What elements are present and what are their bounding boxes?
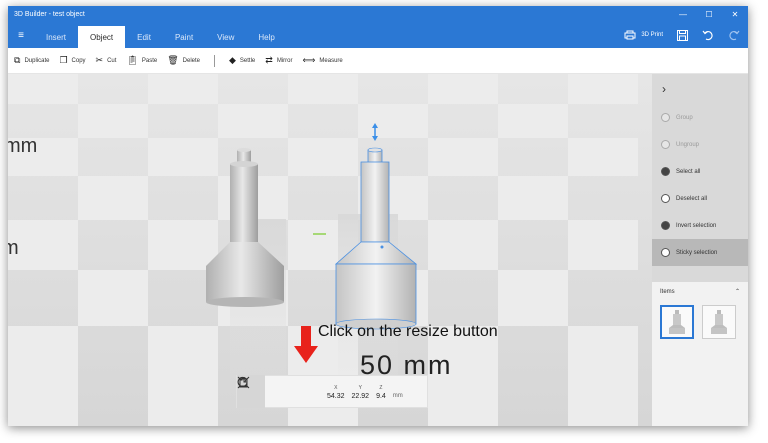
invert-selection-label: Invert selection xyxy=(676,222,717,229)
app-window: 3D Builder - test object — ☐ ✕ ≡ Insert … xyxy=(8,6,748,426)
select-all-action[interactable]: Select all xyxy=(652,158,748,185)
x-value[interactable]: 54.32 xyxy=(327,393,345,400)
delete-icon: 🗑︎ xyxy=(167,55,179,65)
scene-canvas: mm m 50 mm xyxy=(8,74,652,426)
mirror-icon: ⇄ xyxy=(265,55,273,65)
coordinate-readout: X 54.32 Y 22.92 Z 9.4 mm xyxy=(321,375,403,408)
sticky-selection-icon xyxy=(661,248,670,257)
3d-viewport[interactable]: mm m 50 mm Click on the resize button X … xyxy=(8,74,652,426)
right-panel: › Group Ungroup Select all Deselect all … xyxy=(652,74,748,426)
3d-print-label: 3D Print xyxy=(641,32,663,38)
items-header: Items ⌃ xyxy=(652,282,748,301)
select-all-label: Select all xyxy=(676,168,701,175)
invert-selection-action[interactable]: Invert selection xyxy=(652,212,748,239)
duplicate-label: Duplicate xyxy=(24,57,50,64)
mirror-label: Mirror xyxy=(276,57,293,64)
close-button[interactable]: ✕ xyxy=(722,6,748,22)
deselect-all-action[interactable]: Deselect all xyxy=(652,185,748,212)
transform-bar: X 54.32 Y 22.92 Z 9.4 mm xyxy=(236,375,428,408)
resize-icon xyxy=(237,376,250,389)
x-coordinate: X 54.32 xyxy=(327,385,345,400)
deselect-all-icon xyxy=(661,194,670,203)
cut-button[interactable]: ✂ Cut xyxy=(96,55,117,66)
group-action[interactable]: Group xyxy=(652,104,748,131)
invert-selection-icon xyxy=(661,221,670,230)
copy-button[interactable]: ❐ Copy xyxy=(59,55,85,66)
window-title: 3D Builder - test object xyxy=(14,10,85,18)
ungroup-label: Ungroup xyxy=(676,141,700,148)
measure-label: Measure xyxy=(319,57,343,64)
title-bar: 3D Builder - test object — ☐ ✕ xyxy=(8,6,748,22)
window-controls: — ☐ ✕ xyxy=(670,6,748,22)
cut-icon: ✂ xyxy=(95,55,104,65)
rotate-mode-button[interactable] xyxy=(237,375,293,408)
tab-edit[interactable]: Edit xyxy=(125,26,163,48)
tab-insert[interactable]: Insert xyxy=(34,26,78,48)
minimize-button[interactable]: — xyxy=(670,6,696,22)
menu-bar: ≡ Insert Object Edit Paint View Help 3D … xyxy=(8,22,748,48)
sticky-selection-label: Sticky selection xyxy=(676,249,718,256)
maximize-button[interactable]: ☐ xyxy=(696,6,722,22)
menu-right-actions: 3D Print xyxy=(624,22,740,48)
mirror-button[interactable]: ⇄ Mirror xyxy=(265,55,292,66)
settle-label: Settle xyxy=(239,57,256,64)
redo-icon[interactable] xyxy=(728,29,740,41)
tab-view[interactable]: View xyxy=(205,26,246,48)
settle-button[interactable]: ◆ Settle xyxy=(229,55,255,66)
tab-object[interactable]: Object xyxy=(78,26,126,48)
items-section: Items ⌃ xyxy=(652,282,748,426)
3d-print-button[interactable]: 3D Print xyxy=(624,30,663,40)
unit-label[interactable]: mm xyxy=(393,393,403,400)
copy-icon: ❐ xyxy=(59,55,68,65)
instruction-callout: Click on the resize button xyxy=(318,323,498,340)
paste-icon: 📋︎ xyxy=(126,55,138,65)
panel-collapse-chevron-icon[interactable]: › xyxy=(652,74,748,104)
resize-mode-button[interactable] xyxy=(237,375,321,408)
printer-icon xyxy=(624,30,636,40)
cut-label: Cut xyxy=(107,57,117,64)
x-label: X xyxy=(334,385,338,391)
y-value[interactable]: 22.92 xyxy=(352,393,370,400)
copy-label: Copy xyxy=(71,57,86,64)
hamburger-menu-icon[interactable]: ≡ xyxy=(8,22,34,48)
select-all-icon xyxy=(661,167,670,176)
y-coordinate: Y 22.92 xyxy=(352,385,370,400)
tab-paint[interactable]: Paint xyxy=(163,26,205,48)
settle-icon: ◆ xyxy=(229,55,236,65)
deselect-all-label: Deselect all xyxy=(676,195,708,202)
tab-help[interactable]: Help xyxy=(246,26,286,48)
z-value[interactable]: 9.4 xyxy=(376,393,386,400)
y-label: Y xyxy=(358,385,362,391)
items-collapse-chevron-icon[interactable]: ⌃ xyxy=(735,288,740,295)
save-icon[interactable] xyxy=(677,29,688,41)
ungroup-action[interactable]: Ungroup xyxy=(652,131,748,158)
ruler-label-top: mm xyxy=(8,135,37,157)
ruler-label-mid: m xyxy=(8,237,19,259)
toolbar-divider xyxy=(214,54,215,67)
sticky-selection-action[interactable]: Sticky selection xyxy=(652,239,748,266)
group-icon xyxy=(661,113,670,122)
item-thumbnail-2[interactable] xyxy=(702,305,736,339)
measure-button[interactable]: ⟺ Measure xyxy=(302,55,342,66)
paste-label: Paste xyxy=(141,57,158,64)
ungroup-icon xyxy=(661,140,670,149)
duplicate-button[interactable]: ⧉ Duplicate xyxy=(14,55,49,66)
items-thumbnails xyxy=(652,301,748,343)
undo-icon[interactable] xyxy=(702,29,714,41)
item-thumbnail-1[interactable] xyxy=(660,305,694,339)
delete-label: Delete xyxy=(182,57,200,64)
measure-icon: ⟺ xyxy=(302,55,316,65)
group-label: Group xyxy=(676,114,693,121)
object-thumbnail-icon xyxy=(711,310,727,334)
z-label: Z xyxy=(379,385,383,391)
z-coordinate: Z 9.4 xyxy=(376,385,386,400)
object-thumbnail-icon xyxy=(669,310,685,334)
duplicate-icon: ⧉ xyxy=(14,55,21,65)
paste-button[interactable]: 📋︎ Paste xyxy=(126,55,157,66)
delete-button[interactable]: 🗑︎ Delete xyxy=(167,55,200,66)
items-title: Items xyxy=(660,288,675,295)
object-toolbar: ⧉ Duplicate ❐ Copy ✂ Cut 📋︎ Paste 🗑︎ Delete ◆… xyxy=(8,48,748,74)
